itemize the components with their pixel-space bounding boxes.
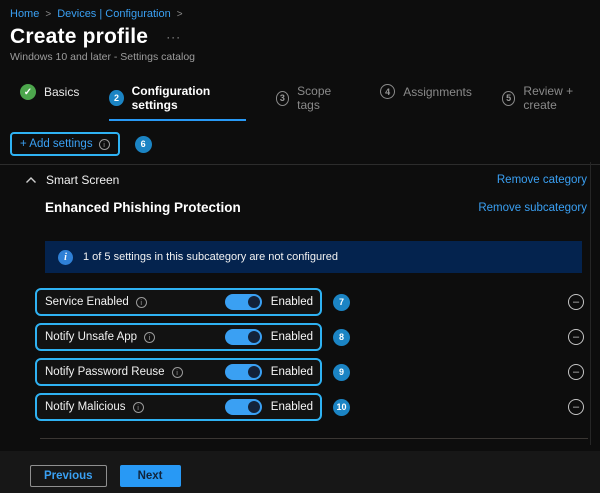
info-icon: i — [132, 401, 144, 413]
setting-row-notify-password-reuse: Notify Password Reuse i Enabled 9 – — [35, 358, 600, 386]
settings-list: Service Enabled i Enabled 7 – Notify Uns… — [35, 288, 600, 421]
add-settings-label: + Add settings — [20, 138, 93, 150]
annotation-badge-10: 10 — [333, 398, 350, 416]
info-icon: i — [171, 366, 183, 378]
page-title: Create profile — [10, 25, 149, 48]
wizard-steps: ✓ Basics 2 Configuration settings 3 Scop… — [0, 84, 600, 121]
info-icon: i — [98, 138, 110, 150]
breadcrumb-home-link[interactable]: Home — [10, 8, 39, 20]
setting-value: Enabled — [270, 401, 313, 413]
service-enabled-toggle[interactable] — [224, 294, 262, 310]
step-number: 3 — [275, 90, 290, 106]
setting-label: Notify Unsafe App — [45, 331, 138, 343]
annotation-badge-6: 6 — [134, 135, 152, 153]
notify-password-reuse-toggle[interactable] — [224, 364, 262, 380]
step-label: Review + create — [523, 84, 574, 112]
annotation-badge-8: 8 — [333, 328, 350, 346]
breadcrumb-separator: > — [45, 8, 52, 20]
subcategory-name: Enhanced Phishing Protection — [45, 200, 241, 215]
setting-value: Enabled — [270, 331, 313, 343]
previous-button[interactable]: Previous — [30, 465, 107, 487]
info-icon: i — [144, 331, 156, 343]
info-banner-text: 1 of 5 settings in this subcategory are … — [83, 251, 338, 263]
setting-box: Notify Unsafe App i Enabled — [35, 323, 322, 351]
remove-subcategory-link[interactable]: Remove subcategory — [478, 202, 587, 214]
info-banner: i 1 of 5 settings in this subcategory ar… — [45, 241, 582, 273]
step-review-create[interactable]: 5 Review + create — [501, 84, 600, 119]
setting-label: Notify Password Reuse — [45, 366, 165, 378]
setting-label: Service Enabled — [45, 296, 129, 308]
breadcrumb: Home > Devices | Configuration > — [0, 0, 600, 20]
footer: Previous Next — [0, 451, 600, 493]
step-number: 4 — [380, 84, 396, 99]
annotation-badge-7: 7 — [333, 293, 350, 311]
notify-unsafe-app-toggle[interactable] — [224, 329, 262, 345]
remove-category-link[interactable]: Remove category — [497, 174, 587, 186]
setting-value: Enabled — [270, 366, 313, 378]
panel-edge-line — [590, 162, 591, 445]
more-options-icon[interactable]: ··· — [166, 30, 181, 44]
section-divider — [0, 164, 600, 165]
breadcrumb-devices-configuration-link[interactable]: Devices | Configuration — [57, 8, 171, 20]
footer-divider — [40, 438, 588, 439]
step-label: Configuration settings — [131, 84, 211, 112]
next-button[interactable]: Next — [119, 465, 181, 487]
remove-setting-icon[interactable]: – — [568, 364, 584, 380]
step-label: Assignments — [403, 84, 472, 99]
add-settings-button[interactable]: + Add settings i — [10, 132, 120, 156]
toggle-knob — [247, 366, 260, 378]
setting-box: Service Enabled i Enabled — [35, 288, 322, 316]
step-label: Scope tags — [297, 84, 332, 112]
step-basics[interactable]: ✓ Basics — [20, 84, 79, 107]
check-icon: ✓ — [20, 84, 36, 100]
info-icon: i — [135, 296, 147, 308]
step-configuration-settings[interactable]: 2 Configuration settings — [109, 84, 246, 121]
toggle-knob — [247, 401, 260, 413]
toggle-knob — [247, 296, 260, 308]
step-number: 5 — [501, 90, 516, 106]
notify-malicious-toggle[interactable] — [224, 399, 262, 415]
setting-row-notify-malicious: Notify Malicious i Enabled 10 – — [35, 393, 600, 421]
toggle-knob — [247, 331, 260, 343]
setting-box: Notify Malicious i Enabled — [35, 393, 322, 421]
step-number: 2 — [109, 90, 124, 106]
chevron-up-icon[interactable] — [25, 174, 37, 186]
annotation-badge-9: 9 — [333, 363, 350, 381]
step-assignments[interactable]: 4 Assignments — [380, 84, 472, 106]
remove-setting-icon[interactable]: – — [568, 329, 584, 345]
breadcrumb-separator: > — [176, 8, 183, 20]
step-label: Basics — [44, 85, 80, 99]
setting-box: Notify Password Reuse i Enabled — [35, 358, 322, 386]
page-subtitle: Windows 10 and later - Settings catalog — [10, 51, 196, 63]
setting-value: Enabled — [270, 296, 313, 308]
remove-setting-icon[interactable]: – — [568, 294, 584, 310]
step-scope-tags[interactable]: 3 Scope tags — [275, 84, 351, 119]
info-icon: i — [58, 249, 73, 265]
remove-setting-icon[interactable]: – — [568, 399, 584, 415]
category-name: Smart Screen — [46, 173, 120, 187]
setting-label: Notify Malicious — [45, 401, 126, 413]
setting-row-service-enabled: Service Enabled i Enabled 7 – — [35, 288, 600, 316]
setting-row-notify-unsafe-app: Notify Unsafe App i Enabled 8 – — [35, 323, 600, 351]
